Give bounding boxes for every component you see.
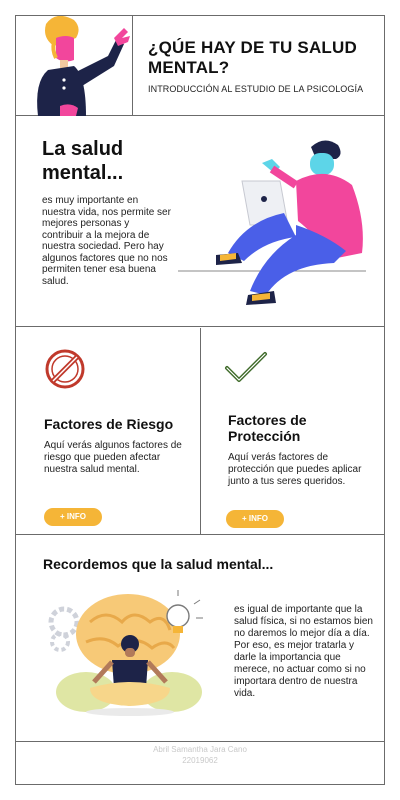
protection-factors-card: Factores de Protección Aquí verás factor… xyxy=(202,328,384,534)
reminder-title: Recordemos que la salud mental... xyxy=(43,556,274,572)
footer: Abril Samantha Jara Cano 22019062 xyxy=(16,744,384,766)
reminder-section: Recordemos que la salud mental... es igu… xyxy=(16,536,384,742)
page-title: ¿QÚE HAY DE TU SALUD MENTAL? xyxy=(148,38,357,77)
infographic-page: ¿QÚE HAY DE TU SALUD MENTAL? INTRODUCCIÓ… xyxy=(15,15,385,785)
author-name: Abril Samantha Jara Cano xyxy=(153,745,247,754)
risk-factors-card: Factores de Riesgo Aquí verás algunos fa… xyxy=(16,328,201,534)
checkmark-icon xyxy=(224,350,268,391)
factors-section: Factores de Riesgo Aquí verás algunos fa… xyxy=(16,328,384,535)
meditating-brain-illustration xyxy=(46,582,211,722)
protection-factors-text: Aquí verás factores de protección que pu… xyxy=(228,452,362,487)
intro-title: La salud mental... xyxy=(42,138,124,184)
protection-info-button[interactable]: + INFO xyxy=(226,510,285,528)
person-with-laptop-illustration xyxy=(176,125,376,320)
reminder-text: es igual de importante que la salud físi… xyxy=(234,604,373,699)
intro-section: La salud mental... es muy importante en … xyxy=(16,117,384,327)
risk-factors-text: Aquí verás algunos factores de riesgo qu… xyxy=(44,440,182,475)
intro-body: es muy importante en nuestra vida, nos p… xyxy=(42,195,171,287)
waving-person-illustration xyxy=(16,16,133,116)
risk-factors-title: Factores de Riesgo xyxy=(44,416,174,432)
header: ¿QÚE HAY DE TU SALUD MENTAL? INTRODUCCIÓ… xyxy=(16,16,384,116)
risk-info-button[interactable]: + INFO xyxy=(44,508,103,526)
author-id: 22019062 xyxy=(182,756,218,765)
protection-factors-title: Factores de Protección xyxy=(228,412,307,444)
prohibited-icon xyxy=(44,348,86,395)
page-subtitle: INTRODUCCIÓN AL ESTUDIO DE LA PSICOLOGÍA xyxy=(148,84,364,94)
